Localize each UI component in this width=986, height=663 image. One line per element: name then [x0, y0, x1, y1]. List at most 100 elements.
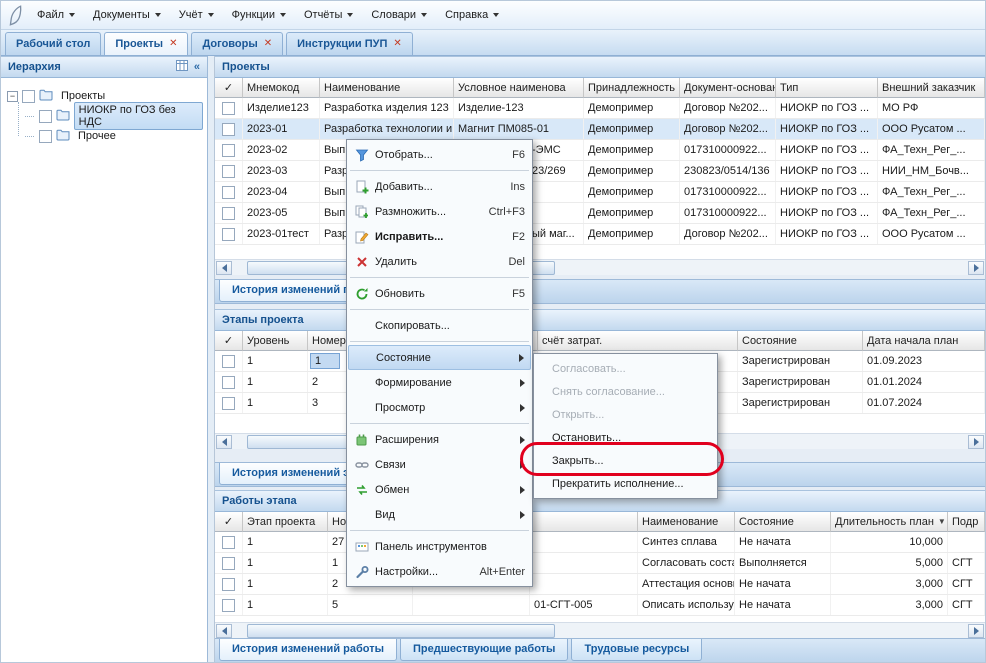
menu-item-preview[interactable]: Просмотр: [348, 395, 531, 420]
table-row-selected[interactable]: 2023-01 Разработка технологии и Магнит П…: [215, 119, 985, 140]
column-header[interactable]: Подр: [948, 512, 985, 532]
row-checkbox[interactable]: [222, 376, 235, 389]
column-header[interactable]: Состояние: [738, 331, 863, 351]
menu-item-links[interactable]: Связи: [348, 452, 531, 477]
menu-item-filter[interactable]: Отобрать... F6: [348, 142, 531, 167]
menubar-item-file[interactable]: Файл: [28, 5, 84, 25]
table-row[interactable]: 1 1 Согласовать состав с Заказчиком Выпо…: [215, 553, 985, 574]
table-row[interactable]: 2023-05 Вып Демопример 017310000922... Н…: [215, 203, 985, 224]
menu-item-add[interactable]: Добавить... Ins: [348, 174, 531, 199]
menu-item-open[interactable]: Открыть...: [535, 403, 716, 426]
menu-item-edit[interactable]: Исправить... F2: [348, 224, 531, 249]
close-icon[interactable]: ✕: [264, 39, 272, 49]
table-row[interactable]: 2023-01тест Разр ый маг... Демопример До…: [215, 224, 985, 245]
menubar-item-functions[interactable]: Функции: [223, 5, 295, 25]
column-header-check[interactable]: ✓: [215, 78, 243, 98]
table-row[interactable]: 1 5 01-СГТ-005 Описать используемую техн…: [215, 595, 985, 616]
tree-checkbox[interactable]: [39, 110, 52, 123]
column-header[interactable]: Состояние: [735, 512, 831, 532]
tab-work-history[interactable]: История изменений работы: [219, 639, 397, 661]
menubar-item-reports[interactable]: Отчёты: [295, 5, 362, 25]
menubar-item-accounting[interactable]: Учёт: [170, 5, 223, 25]
row-checkbox[interactable]: [222, 102, 235, 115]
menubar-item-dictionaries[interactable]: Словари: [362, 5, 436, 25]
scroll-left-button[interactable]: [216, 624, 232, 638]
column-header[interactable]: Условное наименова: [454, 78, 584, 98]
menu-item-approve[interactable]: Согласовать...: [535, 357, 716, 380]
row-checkbox[interactable]: [222, 578, 235, 591]
row-checkbox[interactable]: [222, 165, 235, 178]
column-header[interactable]: Внешний заказчик: [878, 78, 985, 98]
menu-item-formation[interactable]: Формирование: [348, 370, 531, 395]
scroll-right-button[interactable]: [968, 261, 984, 275]
table-view-icon[interactable]: [176, 60, 188, 74]
row-checkbox[interactable]: [222, 186, 235, 199]
tab-projects[interactable]: Проекты✕: [104, 32, 188, 55]
menu-item-exchange[interactable]: Обмен: [348, 477, 531, 502]
table-row[interactable]: 2023-02 Вып -ЭМС Демопример 017310000922…: [215, 140, 985, 161]
menu-item-duplicate[interactable]: Размножить... Ctrl+F3: [348, 199, 531, 224]
column-header-check[interactable]: ✓: [215, 512, 243, 532]
scrollbar-thumb[interactable]: [247, 624, 555, 638]
scroll-left-button[interactable]: [216, 435, 232, 449]
column-header-sorted[interactable]: Длительность план ▼: [831, 512, 948, 532]
column-header[interactable]: Дата начала план: [863, 331, 985, 351]
column-header[interactable]: счёт затрат.: [538, 331, 738, 351]
hierarchy-panel-header: Иерархия «: [1, 56, 207, 78]
expander-icon[interactable]: −: [7, 91, 18, 102]
close-icon[interactable]: ✕: [169, 39, 177, 49]
tab-labor-resources[interactable]: Трудовые ресурсы: [571, 639, 702, 661]
row-checkbox[interactable]: [222, 397, 235, 410]
horizontal-scrollbar[interactable]: [215, 259, 985, 275]
menubar-item-documents[interactable]: Документы: [84, 5, 170, 25]
column-header[interactable]: Принадлежность: [584, 78, 680, 98]
row-checkbox[interactable]: [222, 144, 235, 157]
column-header[interactable]: Наименование: [638, 512, 735, 532]
column-header[interactable]: [530, 512, 638, 532]
menu-item-copy[interactable]: Скопировать...: [348, 313, 531, 338]
row-checkbox[interactable]: [222, 355, 235, 368]
menu-item-settings[interactable]: Настройки... Alt+Enter: [348, 559, 531, 584]
table-row[interactable]: 1 2 Аттестация основного и примесног... …: [215, 574, 985, 595]
menu-item-view[interactable]: Вид: [348, 502, 531, 527]
submenu-arrow-icon: [520, 436, 525, 444]
scroll-right-button[interactable]: [968, 624, 984, 638]
tab-desktop[interactable]: Рабочий стол: [5, 32, 101, 55]
table-row[interactable]: 2023-04 Вып Демопример 017310000922... Н…: [215, 182, 985, 203]
menu-item-refresh[interactable]: Обновить F5: [348, 281, 531, 306]
table-row[interactable]: Изделие123 Разработка изделия 123 Издели…: [215, 98, 985, 119]
collapse-panel-icon[interactable]: «: [194, 61, 200, 73]
row-checkbox[interactable]: [222, 207, 235, 220]
tree-checkbox[interactable]: [39, 130, 52, 143]
row-checkbox[interactable]: [222, 123, 235, 136]
tree-checkbox[interactable]: [22, 90, 35, 103]
menubar-item-help[interactable]: Справка: [436, 5, 508, 25]
menu-item-toolbar[interactable]: Панель инструментов: [348, 534, 531, 559]
horizontal-scrollbar[interactable]: [215, 622, 985, 638]
table-row[interactable]: 2023-03 Разр 23/269 Демопример 230823/05…: [215, 161, 985, 182]
row-checkbox[interactable]: [222, 599, 235, 612]
scroll-left-button[interactable]: [216, 261, 232, 275]
menu-item-extensions[interactable]: Расширения: [348, 427, 531, 452]
tree-node-niokr[interactable]: НИОКР по ГОЗ без НДС: [25, 106, 203, 126]
menu-item-unapprove[interactable]: Снять согласование...: [535, 380, 716, 403]
menu-item-state[interactable]: Состояние: [348, 345, 531, 370]
tab-predecessor-works[interactable]: Предшествующие работы: [400, 639, 568, 661]
column-header[interactable]: Документ-основан: [680, 78, 776, 98]
row-checkbox[interactable]: [222, 228, 235, 241]
tab-pup-instructions[interactable]: Инструкции ПУП✕: [286, 32, 413, 55]
scroll-right-button[interactable]: [968, 435, 984, 449]
column-header[interactable]: Тип: [776, 78, 878, 98]
table-row[interactable]: 1 27 Синтез сплава Не начата 10,000: [215, 532, 985, 553]
column-header[interactable]: Мнемокод: [243, 78, 320, 98]
column-header[interactable]: Этап проекта: [243, 512, 328, 532]
row-checkbox[interactable]: [222, 557, 235, 570]
column-header-check[interactable]: ✓: [215, 331, 243, 351]
projects-footer-tabs: История изменений п...: [215, 279, 985, 304]
tab-contracts[interactable]: Договоры✕: [191, 32, 283, 55]
column-header[interactable]: Наименование: [320, 78, 454, 98]
close-icon[interactable]: ✕: [393, 39, 401, 49]
row-checkbox[interactable]: [222, 536, 235, 549]
column-header[interactable]: Уровень: [243, 331, 308, 351]
menu-item-delete[interactable]: Удалить Del: [348, 249, 531, 274]
